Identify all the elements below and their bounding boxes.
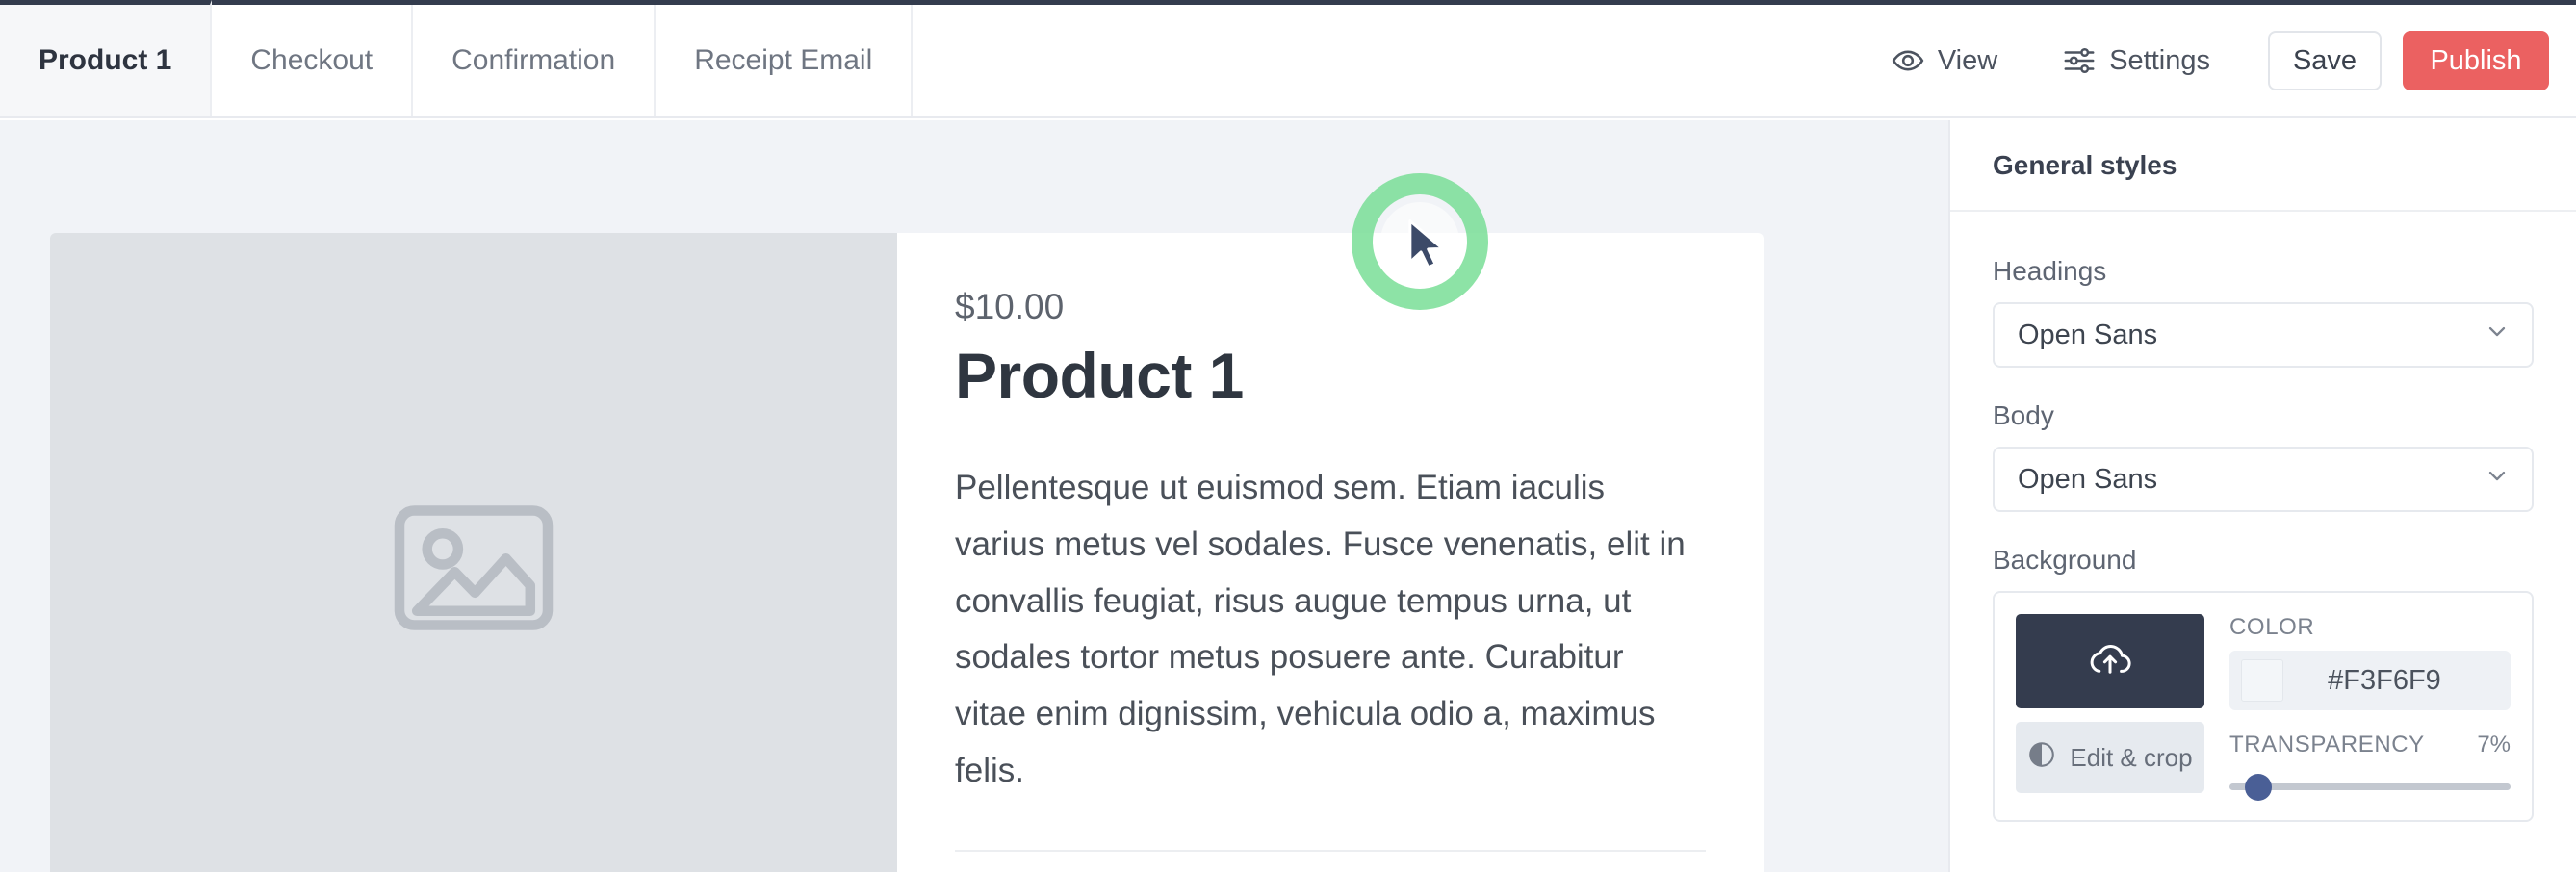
cloud-upload-icon xyxy=(2087,640,2133,683)
body-label: Body xyxy=(1993,400,2054,430)
product-price: $10.00 xyxy=(955,287,1065,326)
color-value: #F3F6F9 xyxy=(2328,664,2441,696)
headings-font-value: Open Sans xyxy=(2018,319,2158,350)
publish-label: Publish xyxy=(2430,44,2522,76)
product-card: $10.00 Product 1 Pellentesque ut euismod… xyxy=(50,233,1764,872)
tab-receipt-email[interactable]: Receipt Email xyxy=(656,5,914,116)
header-spacer xyxy=(913,5,1859,116)
slider-thumb[interactable] xyxy=(2245,774,2272,801)
product-image-placeholder[interactable] xyxy=(50,233,897,872)
sliders-icon xyxy=(2063,44,2096,77)
tab-label: Checkout xyxy=(250,44,374,76)
editor-canvas[interactable]: $10.00 Product 1 Pellentesque ut euismod… xyxy=(0,120,1948,872)
header-actions: View Settings Save Publish xyxy=(1859,5,2576,116)
headings-label: Headings xyxy=(1993,256,2107,286)
body-font-value: Open Sans xyxy=(2018,463,2158,495)
tab-checkout[interactable]: Checkout xyxy=(212,5,414,116)
transparency-slider[interactable] xyxy=(2229,774,2511,801)
background-panel: Edit & crop COLOR #F3F6F9 TRANSPARENCY 7… xyxy=(1993,591,2534,822)
publish-button[interactable]: Publish xyxy=(2403,31,2549,90)
product-info: $10.00 Product 1 Pellentesque ut euismod… xyxy=(897,233,1764,872)
sidebar-body: Headings Open Sans Body Open Sans Backgr… xyxy=(1950,212,2576,822)
color-input[interactable]: #F3F6F9 xyxy=(2229,651,2511,710)
background-label: Background xyxy=(1993,545,2137,575)
edit-crop-label: Edit & crop xyxy=(2070,742,2193,772)
save-label: Save xyxy=(2292,44,2357,76)
color-label: COLOR xyxy=(2229,614,2315,640)
image-placeholder-icon xyxy=(390,500,557,640)
tab-label: Receipt Email xyxy=(694,44,873,76)
view-button[interactable]: View xyxy=(1859,44,2030,77)
chevron-down-icon xyxy=(2484,318,2511,352)
background-upload-button[interactable] xyxy=(2016,614,2204,708)
body-font-select[interactable]: Open Sans xyxy=(1993,447,2534,512)
app-root: Product 1 Checkout Confirmation Receipt … xyxy=(0,0,2576,872)
styles-sidebar: General styles Headings Open Sans Body O… xyxy=(1948,120,2576,872)
tab-product-1[interactable]: Product 1 xyxy=(0,0,213,116)
edit-crop-button[interactable]: Edit & crop xyxy=(2016,722,2204,793)
settings-button[interactable]: Settings xyxy=(2030,44,2243,77)
settings-label: Settings xyxy=(2109,44,2210,76)
transparency-label: TRANSPARENCY xyxy=(2229,731,2425,757)
color-swatch[interactable] xyxy=(2241,659,2283,702)
header-bar: Product 1 Checkout Confirmation Receipt … xyxy=(0,0,2576,118)
transparency-row: TRANSPARENCY 7% xyxy=(2229,731,2511,758)
eye-icon xyxy=(1892,44,1924,77)
sidebar-title: General styles xyxy=(1950,120,2576,212)
tab-label: Confirmation xyxy=(451,44,616,76)
background-color-column: COLOR #F3F6F9 TRANSPARENCY 7% xyxy=(2229,614,2511,801)
tab-label: Product 1 xyxy=(39,44,172,76)
section-divider xyxy=(955,849,1706,852)
view-label: View xyxy=(1937,44,1998,76)
transparency-value: 7% xyxy=(2477,731,2511,757)
chevron-down-icon xyxy=(2484,462,2511,497)
save-button[interactable]: Save xyxy=(2268,31,2382,90)
tab-confirmation[interactable]: Confirmation xyxy=(413,5,657,116)
headings-font-select[interactable]: Open Sans xyxy=(1993,302,2534,368)
product-description: Pellentesque ut euismod sem. Etiam iacul… xyxy=(955,469,1686,789)
contrast-icon xyxy=(2027,740,2056,776)
page-tabs: Product 1 Checkout Confirmation Receipt … xyxy=(0,0,914,116)
product-title: Product 1 xyxy=(955,340,1244,411)
background-media-column: Edit & crop xyxy=(2016,614,2204,799)
